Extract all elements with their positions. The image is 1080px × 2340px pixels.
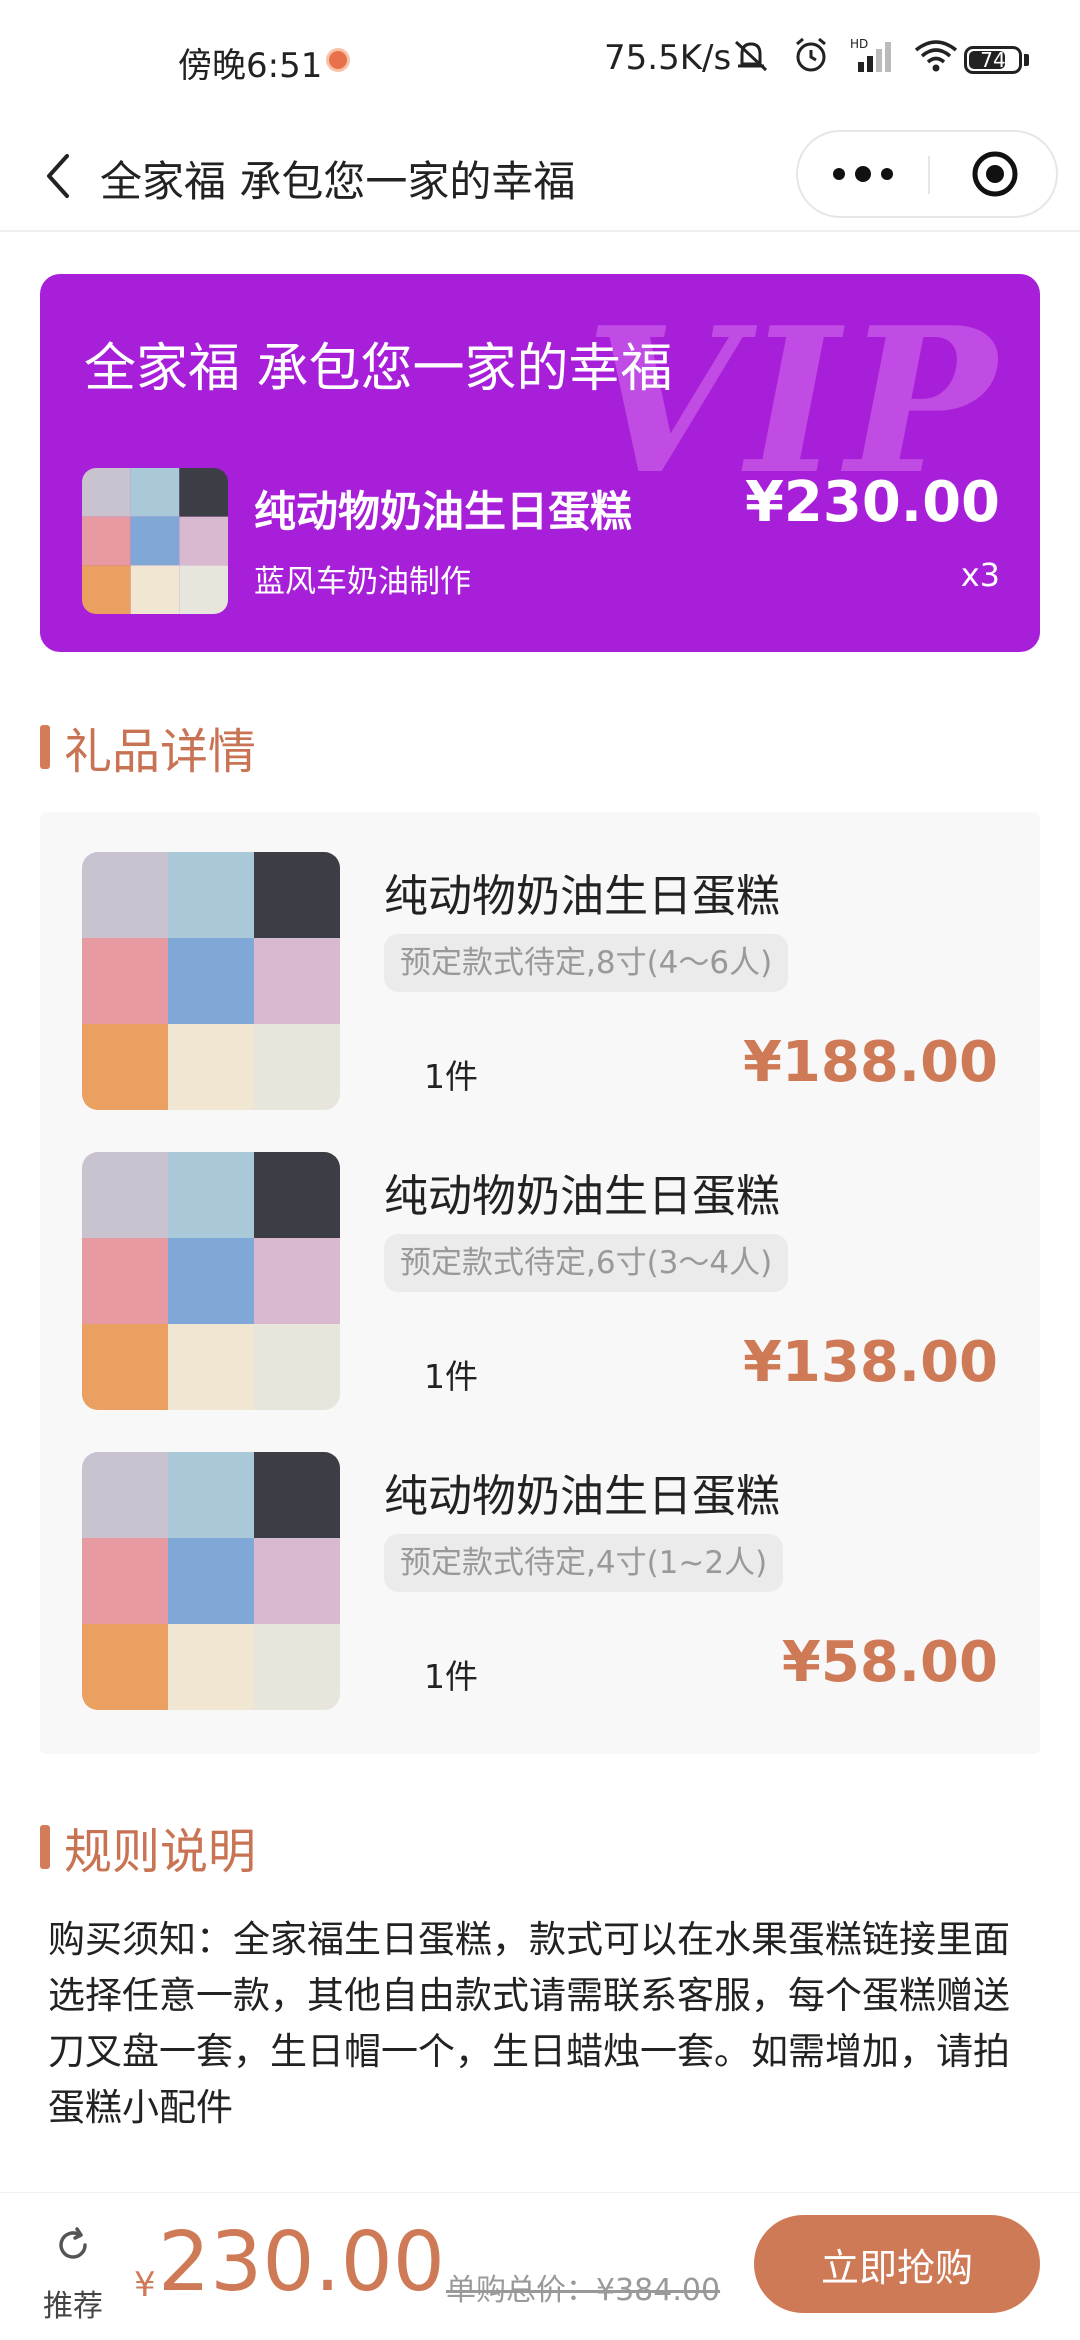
vip-price: ¥230.00 — [744, 470, 1000, 535]
buy-now-button[interactable]: 立即抢购 — [754, 2215, 1040, 2313]
battery-icon: 74 — [964, 46, 1022, 74]
signal-icon: HD — [850, 37, 891, 72]
network-speed: 75.5K/s — [604, 38, 732, 78]
rules-section-title: 规则说明 — [64, 1824, 257, 1880]
refresh-icon — [59, 2227, 87, 2259]
gift-list: 纯动物奶油生日蛋糕 预定款式待定,8寸(4～6人) 1件 ¥188.00 纯动物… — [40, 812, 1040, 1754]
gift-quantity: 1件 — [424, 1057, 478, 1096]
gift-price: ¥138.00 — [742, 1330, 998, 1395]
heading-accent-bar — [40, 1825, 50, 1869]
svg-text:HD: HD — [850, 37, 868, 51]
gift-spec-tag: 预定款式待定,4寸(1~2人) — [384, 1534, 784, 1592]
page-title: 全家福 承包您一家的幸福 — [100, 157, 576, 206]
battery-level: 74 — [980, 48, 1006, 72]
close-button[interactable] — [932, 132, 1058, 216]
gift-name: 纯动物奶油生日蛋糕 — [384, 1171, 780, 1222]
list-item[interactable]: 纯动物奶油生日蛋糕 预定款式待定,8寸(4～6人) 1件 ¥188.00 — [82, 852, 998, 1110]
notification-dot-icon — [326, 48, 350, 72]
gift-image — [82, 1152, 340, 1410]
vip-product-subtitle: 蓝风车奶油制作 — [254, 564, 471, 600]
vip-card[interactable]: VIP 全家福 承包您一家的幸福 纯动物奶油生日蛋糕 蓝风车奶油制作 ¥230.… — [40, 274, 1040, 652]
vip-product-name: 纯动物奶油生日蛋糕 — [254, 487, 633, 536]
gift-section-title: 礼品详情 — [64, 724, 257, 780]
gift-quantity: 1件 — [424, 1357, 478, 1396]
recommend-button[interactable]: 推荐 — [28, 2223, 118, 2325]
vip-product-image — [82, 468, 228, 614]
rules-text: 购买须知：全家福生日蛋糕，款式可以在水果蛋糕链接里面选择任意一款，其他自由款式请… — [48, 1918, 1010, 2129]
gift-spec-tag: 预定款式待定,6寸(3～4人) — [384, 1234, 789, 1292]
status-bar: 傍晚6:51 75.5K/s HD 74 — [0, 0, 1080, 120]
gift-spec-tag: 预定款式待定,8寸(4～6人) — [384, 934, 789, 992]
more-button[interactable] — [798, 132, 928, 216]
alarm-icon — [796, 37, 826, 72]
status-icons: HD — [730, 34, 960, 76]
mute-icon — [734, 40, 768, 72]
gift-quantity: 1件 — [424, 1657, 478, 1696]
nav-bar: 全家福 承包您一家的幸福 — [0, 120, 1080, 232]
rules-section-heading: 规则说明 — [40, 1812, 256, 1882]
vip-quantity: x3 — [960, 556, 1000, 594]
gift-image — [82, 852, 340, 1110]
list-item[interactable]: 纯动物奶油生日蛋糕 预定款式待定,6寸(3～4人) 1件 ¥138.00 — [82, 1152, 998, 1410]
recommend-label: 推荐 — [43, 2289, 103, 2324]
gift-name: 纯动物奶油生日蛋糕 — [384, 871, 780, 922]
gift-price: ¥188.00 — [742, 1030, 998, 1095]
gift-section-heading: 礼品详情 — [40, 712, 256, 782]
more-dots-icon — [833, 168, 845, 180]
gift-image — [82, 1452, 340, 1710]
miniprogram-capsule — [796, 130, 1058, 218]
original-price: 单购总价：¥384.00 — [446, 2273, 721, 2308]
list-item[interactable]: 纯动物奶油生日蛋糕 预定款式待定,4寸(1~2人) 1件 ¥58.00 — [82, 1452, 998, 1710]
back-arrow-icon — [47, 154, 69, 198]
vip-card-title: 全家福 承包您一家的幸福 — [84, 339, 673, 399]
wifi-icon — [914, 40, 958, 72]
gift-price: ¥58.00 — [781, 1630, 998, 1695]
close-target-icon — [972, 151, 1018, 197]
back-button[interactable] — [28, 142, 88, 210]
heading-accent-bar — [40, 725, 50, 769]
price-currency: ¥ — [134, 2265, 156, 2305]
total-price: 230.00 — [158, 2215, 445, 2310]
status-time: 傍晚6:51 — [178, 46, 323, 86]
gift-name: 纯动物奶油生日蛋糕 — [384, 1471, 780, 1522]
bottom-bar: 推荐 ¥ 230.00 单购总价：¥384.00 立即抢购 — [0, 2192, 1080, 2340]
